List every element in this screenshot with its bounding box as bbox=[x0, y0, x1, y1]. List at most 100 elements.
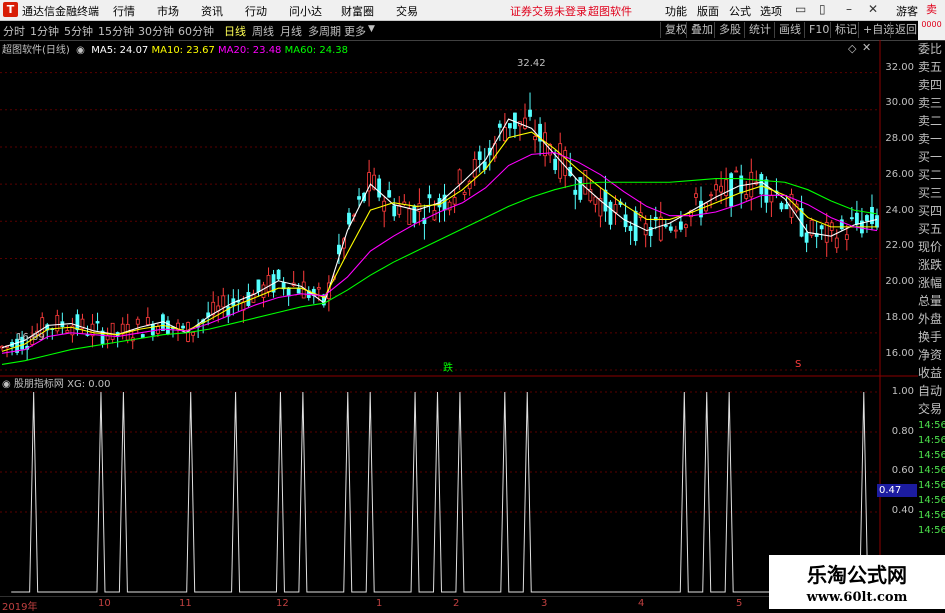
candle-body bbox=[744, 194, 749, 199]
candle-body bbox=[628, 225, 633, 231]
menu-layout[interactable]: 版面 bbox=[697, 3, 719, 19]
side-item-11: 现价 bbox=[918, 240, 943, 254]
guest-label[interactable]: 游客 bbox=[896, 3, 918, 19]
candle-body bbox=[578, 177, 583, 200]
trade-login-warning[interactable]: 证券交易未登录 bbox=[510, 3, 587, 19]
menu-bar: T 通达信金融终端 行情 市场 资讯 行动 问小达 财富圈 交易 证券交易未登录… bbox=[0, 0, 945, 21]
period-weekly[interactable]: 周线 bbox=[252, 23, 274, 39]
more-chevron-icon[interactable]: ▼ bbox=[368, 24, 375, 34]
candle-body bbox=[472, 159, 477, 178]
ytick-26: 26.00 bbox=[885, 169, 914, 180]
candle-body bbox=[502, 127, 507, 142]
candle-body bbox=[276, 269, 281, 280]
kline-chart[interactable] bbox=[0, 40, 918, 596]
candle-body bbox=[694, 193, 698, 198]
candle-body bbox=[296, 287, 301, 294]
ma-line-ma20 bbox=[1, 151, 878, 354]
candle-body bbox=[658, 216, 663, 241]
ma-lines bbox=[1, 118, 878, 365]
ytick-16: 16.00 bbox=[885, 348, 914, 359]
period-more[interactable]: 更多 bbox=[344, 23, 366, 39]
overlay-button[interactable]: 叠加 bbox=[686, 22, 717, 38]
period-60min[interactable]: 60分钟 bbox=[178, 23, 214, 39]
ytick-32: 32.00 bbox=[885, 62, 914, 73]
date-3: 3 bbox=[541, 598, 548, 609]
candle-body bbox=[593, 196, 598, 205]
menu-quotes[interactable]: 行情 bbox=[113, 3, 135, 19]
period-30min[interactable]: 30分钟 bbox=[138, 23, 174, 39]
side-item-27: 14:56 bbox=[918, 510, 945, 521]
minimize-icon[interactable]: ▯ bbox=[819, 2, 826, 16]
side-item-6: 买一 bbox=[918, 150, 943, 164]
candle-body bbox=[266, 275, 271, 292]
menu-ask-xiaoda[interactable]: 问小达 bbox=[289, 3, 322, 19]
sub-ytick-08: 0.80 bbox=[891, 426, 914, 437]
side-item-12: 涨跌 bbox=[918, 258, 943, 272]
side-item-7: 买二 bbox=[918, 168, 943, 182]
side-header-bottom: 0000 bbox=[921, 20, 942, 29]
ma-line-ma5 bbox=[1, 118, 878, 349]
candle-body bbox=[603, 189, 608, 212]
date-10: 10 bbox=[98, 598, 111, 609]
period-15min[interactable]: 15分钟 bbox=[98, 23, 134, 39]
menu-options[interactable]: 选项 bbox=[760, 3, 782, 19]
candle-body bbox=[392, 205, 397, 217]
side-item-21: 14:56 bbox=[918, 420, 945, 431]
candle-body bbox=[261, 284, 266, 298]
side-item-10: 买五 bbox=[918, 222, 943, 236]
f10-button[interactable]: F10 bbox=[804, 22, 833, 38]
menu-news[interactable]: 资讯 bbox=[201, 3, 223, 19]
draw-line-button[interactable]: 画线 bbox=[774, 22, 805, 38]
side-item-26: 14:56 bbox=[918, 495, 945, 506]
app-title: 通达信金融终端 bbox=[22, 5, 99, 18]
side-item-14: 总量 bbox=[918, 294, 943, 308]
ytick-22: 22.00 bbox=[885, 240, 914, 251]
candle-body bbox=[145, 317, 150, 325]
menu-trade[interactable]: 交易 bbox=[396, 3, 418, 19]
side-item-8: 买三 bbox=[918, 186, 943, 200]
watermark-title: 乐淘公式网 bbox=[807, 563, 907, 587]
period-fenshi[interactable]: 分时 bbox=[3, 23, 25, 39]
sub-toggle-icon[interactable]: ◉ bbox=[2, 379, 14, 390]
multi-stock-button[interactable]: 多股 bbox=[714, 22, 745, 38]
candle-body bbox=[668, 226, 673, 231]
candle-body bbox=[764, 179, 769, 203]
period-multi[interactable]: 多周期 bbox=[308, 23, 341, 39]
menu-market[interactable]: 市场 bbox=[157, 3, 179, 19]
period-daily[interactable]: 日线 bbox=[224, 23, 246, 39]
sub-ytick-04: 0.40 bbox=[891, 505, 914, 516]
side-item-9: 买四 bbox=[918, 204, 943, 218]
window-close-icon[interactable]: ✕ bbox=[868, 2, 878, 16]
candle-body bbox=[191, 332, 195, 336]
menu-function[interactable]: 功能 bbox=[665, 3, 687, 19]
candle-body bbox=[412, 205, 417, 223]
candle-body bbox=[684, 224, 688, 229]
menu-action[interactable]: 行动 bbox=[245, 3, 267, 19]
candle-body bbox=[714, 184, 718, 191]
candle-body bbox=[377, 178, 382, 198]
period-5min[interactable]: 5分钟 bbox=[64, 23, 93, 39]
watermark-url: www.60lt.com bbox=[806, 590, 908, 605]
low-price-label: 16.89 bbox=[16, 332, 45, 343]
side-item-0: 委比 bbox=[918, 42, 943, 56]
period-monthly[interactable]: 月线 bbox=[280, 23, 302, 39]
side-item-22: 14:56 bbox=[918, 435, 945, 446]
side-header: 卖 0000 bbox=[918, 0, 945, 40]
s-marker: S bbox=[795, 359, 802, 370]
restore-icon[interactable]: ▭ bbox=[795, 2, 806, 16]
menu-formula[interactable]: 公式 bbox=[729, 3, 751, 19]
side-item-20: 交易 bbox=[918, 402, 943, 416]
candle-body bbox=[256, 279, 261, 293]
indicator-value: XG: 0.00 bbox=[67, 379, 111, 390]
high-price-label: 32.42 bbox=[517, 58, 546, 69]
period-1min[interactable]: 1分钟 bbox=[30, 23, 59, 39]
back-button[interactable]: 返回 bbox=[890, 22, 921, 38]
ytick-18: 18.00 bbox=[885, 312, 914, 323]
ytick-24: 24.00 bbox=[885, 205, 914, 216]
candle-body bbox=[875, 215, 879, 228]
window-minimize-icon[interactable]: – bbox=[846, 2, 852, 16]
side-item-2: 卖四 bbox=[918, 78, 943, 92]
mark-button[interactable]: 标记 bbox=[830, 22, 861, 38]
menu-wealth[interactable]: 财富圈 bbox=[341, 3, 374, 19]
stats-button[interactable]: 统计 bbox=[744, 22, 775, 38]
